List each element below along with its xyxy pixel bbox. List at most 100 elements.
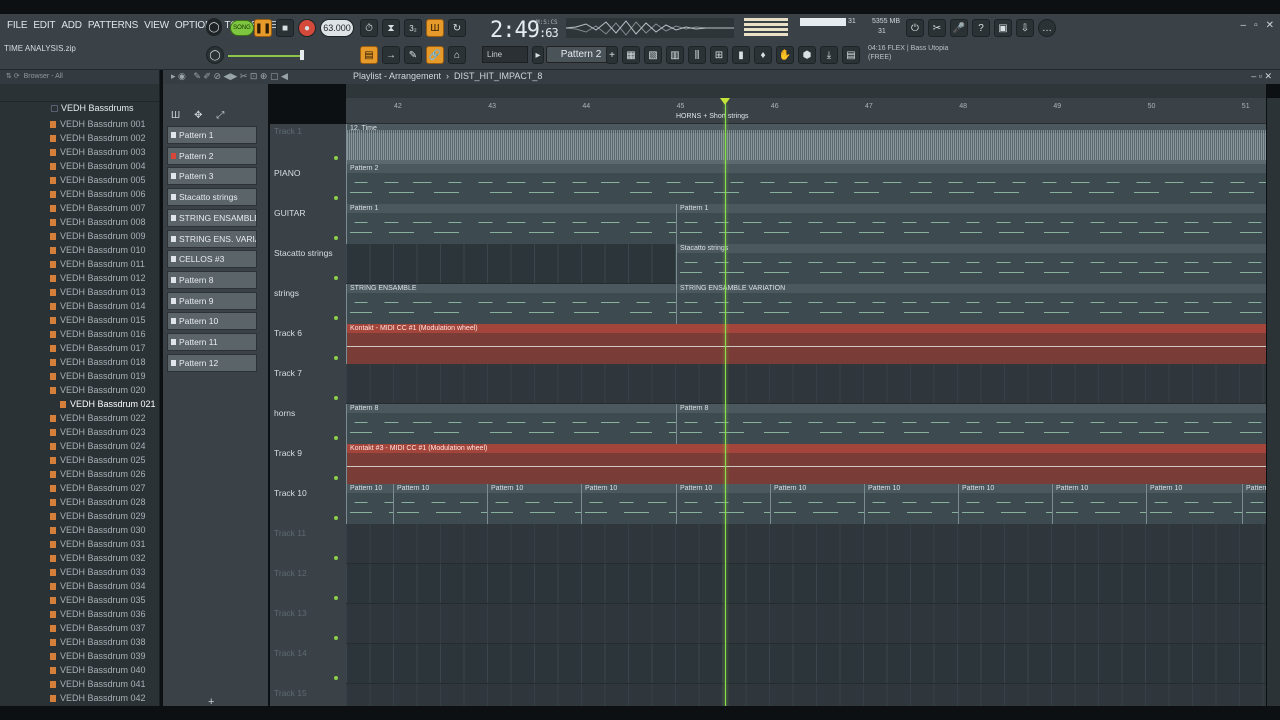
picker-auto-icon[interactable]: ⤢ — [216, 110, 224, 121]
picker-pattern-icon[interactable]: Ш — [171, 110, 180, 121]
track-mute-led[interactable] — [334, 596, 338, 600]
menu-view[interactable]: VIEW — [141, 20, 172, 31]
picker-item[interactable]: Pattern 11 — [167, 333, 257, 351]
browser-item[interactable]: VEDH Bassdrum 038 — [50, 635, 156, 649]
browser-item[interactable]: VEDH Bassdrum 021 — [50, 397, 156, 411]
browser-item[interactable]: VEDH Bassdrum 030 — [50, 523, 156, 537]
track-name[interactable]: Track 11 — [274, 528, 306, 538]
browser-item[interactable]: VEDH Bassdrum 036 — [50, 607, 156, 621]
track-name[interactable]: Track 9 — [274, 448, 302, 458]
play-button[interactable]: ❚❚ — [254, 19, 272, 37]
picker-move-icon[interactable]: ✥ — [194, 110, 202, 121]
view-plugin-picker-button[interactable]: ♦ — [754, 46, 772, 64]
track-name[interactable]: Track 14 — [274, 648, 307, 658]
browser-item[interactable]: VEDH Bassdrum 029 — [50, 509, 156, 523]
browser-item[interactable]: VEDH Bassdrum 033 — [50, 565, 156, 579]
track-name[interactable]: strings — [274, 288, 299, 298]
browser-item[interactable]: VEDH Bassdrum 013 — [50, 285, 156, 299]
save-button[interactable]: ▣ — [994, 19, 1012, 37]
add-icon[interactable]: + — [208, 696, 214, 708]
browser-item[interactable]: VEDH Bassdrum 004 — [50, 159, 156, 173]
track-lane[interactable] — [346, 604, 1266, 644]
playlist-clip[interactable]: Pattern 8 — [346, 404, 676, 444]
playlist-clip[interactable]: Pattern 10 — [393, 484, 487, 524]
playlist-clip[interactable]: Pattern 10 — [864, 484, 958, 524]
view-mixer-button[interactable]: ⫼ — [688, 46, 706, 64]
track-name[interactable]: Track 1 — [274, 126, 302, 136]
track-mute-led[interactable] — [334, 476, 338, 480]
playlist-grid[interactable]: 12. Time Pattern 2 Pattern 1 Pattern 1 Staca… — [346, 124, 1266, 720]
browser-item[interactable]: VEDH Bassdrum 007 — [50, 201, 156, 215]
playlist-tools[interactable]: ▸ ◉ ✎ ✐ ⊘ ◀▶ ✂ ⊡ ⊕ ▢ ◀ — [171, 71, 288, 82]
view-piano-roll-button[interactable]: ▧ — [644, 46, 662, 64]
playlist-clip[interactable]: STRING ENSAMBLE VARIATION — [676, 284, 1266, 324]
track-name[interactable]: GUITAR — [274, 208, 305, 218]
browser-item[interactable]: VEDH Bassdrum 028 — [50, 495, 156, 509]
view-channel-rack-button[interactable]: ▥ — [666, 46, 684, 64]
picker-item[interactable]: Pattern 1 — [167, 126, 257, 144]
track-mute-led[interactable] — [334, 356, 338, 360]
track-lane[interactable] — [346, 524, 1266, 564]
browser-item[interactable]: VEDH Bassdrum 042 — [50, 691, 156, 705]
playlist-clip[interactable]: Stacatto strings — [676, 244, 1266, 284]
browser-item[interactable]: VEDH Bassdrum 020 — [50, 383, 156, 397]
picker-item[interactable]: CELLOS #3 — [167, 250, 257, 269]
song-position-display[interactable]: 2:49:63 M:S:CS — [490, 18, 559, 43]
stamp-button[interactable]: ⌂ — [448, 46, 466, 64]
browser-item[interactable]: VEDH Bassdrum 027 — [50, 481, 156, 495]
browser-item[interactable]: VEDH Bassdrum 041 — [50, 677, 156, 691]
browser-item[interactable]: VEDH Bassdrum 003 — [50, 145, 156, 159]
menu-add[interactable]: ADD — [58, 20, 85, 31]
playlist-clip[interactable]: Pattern 10 — [770, 484, 864, 524]
playlist-clip[interactable]: Kontakt #3 - MIDI CC #1 (Modulation whee… — [346, 444, 1266, 484]
browser-item[interactable]: VEDH Bassdrum 008 — [50, 215, 156, 229]
playlist-button[interactable]: ▤ — [360, 46, 378, 64]
browser-item[interactable]: VEDH Bassdrum 011 — [50, 257, 156, 271]
track-mute-led[interactable] — [334, 156, 338, 160]
browser-item[interactable]: VEDH Bassdrum 010 — [50, 243, 156, 257]
playlist-clip[interactable]: Pattern 10 — [676, 484, 770, 524]
vertical-scrollbar[interactable] — [1267, 98, 1280, 710]
browser-item[interactable]: VEDH Bassdrum 032 — [50, 551, 156, 565]
maximize-icon[interactable]: ▫ — [1254, 20, 1258, 31]
playlist-clip[interactable]: Pattern 10 — [1052, 484, 1146, 524]
picker-item[interactable]: STRING ENSAMBLE — [167, 208, 257, 227]
track-name[interactable]: Track 10 — [274, 488, 307, 498]
playlist-clip[interactable]: Pattern 10 — [581, 484, 676, 524]
browser-item[interactable]: VEDH Bassdrum 040 — [50, 663, 156, 677]
browser-folder[interactable]: ▢ VEDH Bassdrums — [50, 103, 134, 114]
master-volume-slider[interactable] — [228, 55, 302, 57]
picker-item[interactable]: Pattern 10 — [167, 312, 257, 331]
browser-item[interactable]: VEDH Bassdrum 006 — [50, 187, 156, 201]
track-mute-led[interactable] — [334, 636, 338, 640]
track-mute-led[interactable] — [334, 676, 338, 680]
track-name[interactable]: horns — [274, 408, 295, 418]
pattern-add-button[interactable]: + — [606, 46, 618, 64]
playlist-clip[interactable]: Pattern 2 — [346, 164, 1266, 204]
track-mute-led[interactable] — [334, 396, 338, 400]
song-mode-button[interactable]: SONG — [230, 20, 254, 36]
link-button[interactable]: 🔗 — [426, 46, 444, 64]
pattern-prev-button[interactable]: ▸ — [532, 46, 544, 64]
pencil-button[interactable]: ✎ — [404, 46, 422, 64]
browser-item[interactable]: VEDH Bassdrum 035 — [50, 593, 156, 607]
time-marker[interactable]: HORNS + Short strings — [676, 113, 749, 120]
download-button[interactable]: ⤓ — [820, 46, 838, 64]
picker-item[interactable]: Pattern 9 — [167, 291, 257, 310]
browser-item[interactable]: VEDH Bassdrum 015 — [50, 313, 156, 327]
playlist-clip[interactable]: Pattern 10 — [487, 484, 581, 524]
playlist-window-controls[interactable]: – ▫ ✕ — [1251, 71, 1272, 82]
browser-item[interactable]: VEDH Bassdrum 025 — [50, 453, 156, 467]
master-volume-knob[interactable] — [300, 50, 304, 60]
record-button[interactable]: ● — [298, 19, 316, 37]
browser-item[interactable]: VEDH Bassdrum 002 — [50, 131, 156, 145]
track-mute-led[interactable] — [334, 236, 338, 240]
track-name[interactable]: PIANO — [274, 168, 300, 178]
view-touch-button[interactable]: ✋ — [776, 46, 794, 64]
view-plugin-db-button[interactable]: ▮ — [732, 46, 750, 64]
minimize-icon[interactable]: – — [1241, 20, 1247, 31]
render-button[interactable]: ⇩ — [1016, 19, 1034, 37]
browser-item[interactable]: VEDH Bassdrum 014 — [50, 299, 156, 313]
menu-patterns[interactable]: PATTERNS — [85, 20, 141, 31]
track-name[interactable]: Stacatto strings — [274, 248, 333, 258]
